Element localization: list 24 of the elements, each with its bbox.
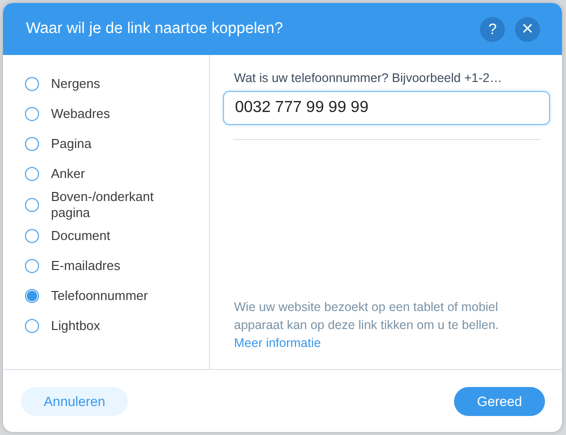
radio-button[interactable] [25,107,39,121]
option-label[interactable]: Document [51,228,181,244]
info-text: Wie uw website bezoekt op een tablet of mobiel apparaat kan op deze link tikken om u te bellen. Meer informatie [233,299,500,352]
close-button[interactable]: × [515,16,540,42]
radio-button[interactable] [25,167,39,181]
radio-button[interactable] [25,229,39,243]
option-label[interactable]: Pagina [51,136,181,152]
radio-button[interactable] [25,289,39,303]
radio-button[interactable] [25,137,39,151]
radio-button[interactable] [25,198,39,212]
radio-button[interactable] [25,319,39,333]
radio-button[interactable] [25,259,39,273]
option-label[interactable]: Nergens [51,76,181,92]
help-button[interactable]: ? [480,16,505,42]
option-label[interactable]: Telefoonnummer [51,288,181,304]
option-label[interactable]: Webadres [51,106,181,122]
field-label: Wat is uw telefoonnummer? Bijvoorbeeld +1-2… [233,71,504,85]
phone-input-field[interactable]: 0032 777 99 99 99 [223,91,550,125]
option-label[interactable]: Boven-/onderkant pagina [51,189,181,221]
option-label[interactable]: Anker [51,166,181,182]
option-label[interactable]: Lightbox [51,318,181,334]
dialog-title: Waar wil je de link naartoe koppelen? [26,20,284,38]
radio-button[interactable] [25,77,39,91]
option-label[interactable]: E-mailadres [51,258,181,274]
